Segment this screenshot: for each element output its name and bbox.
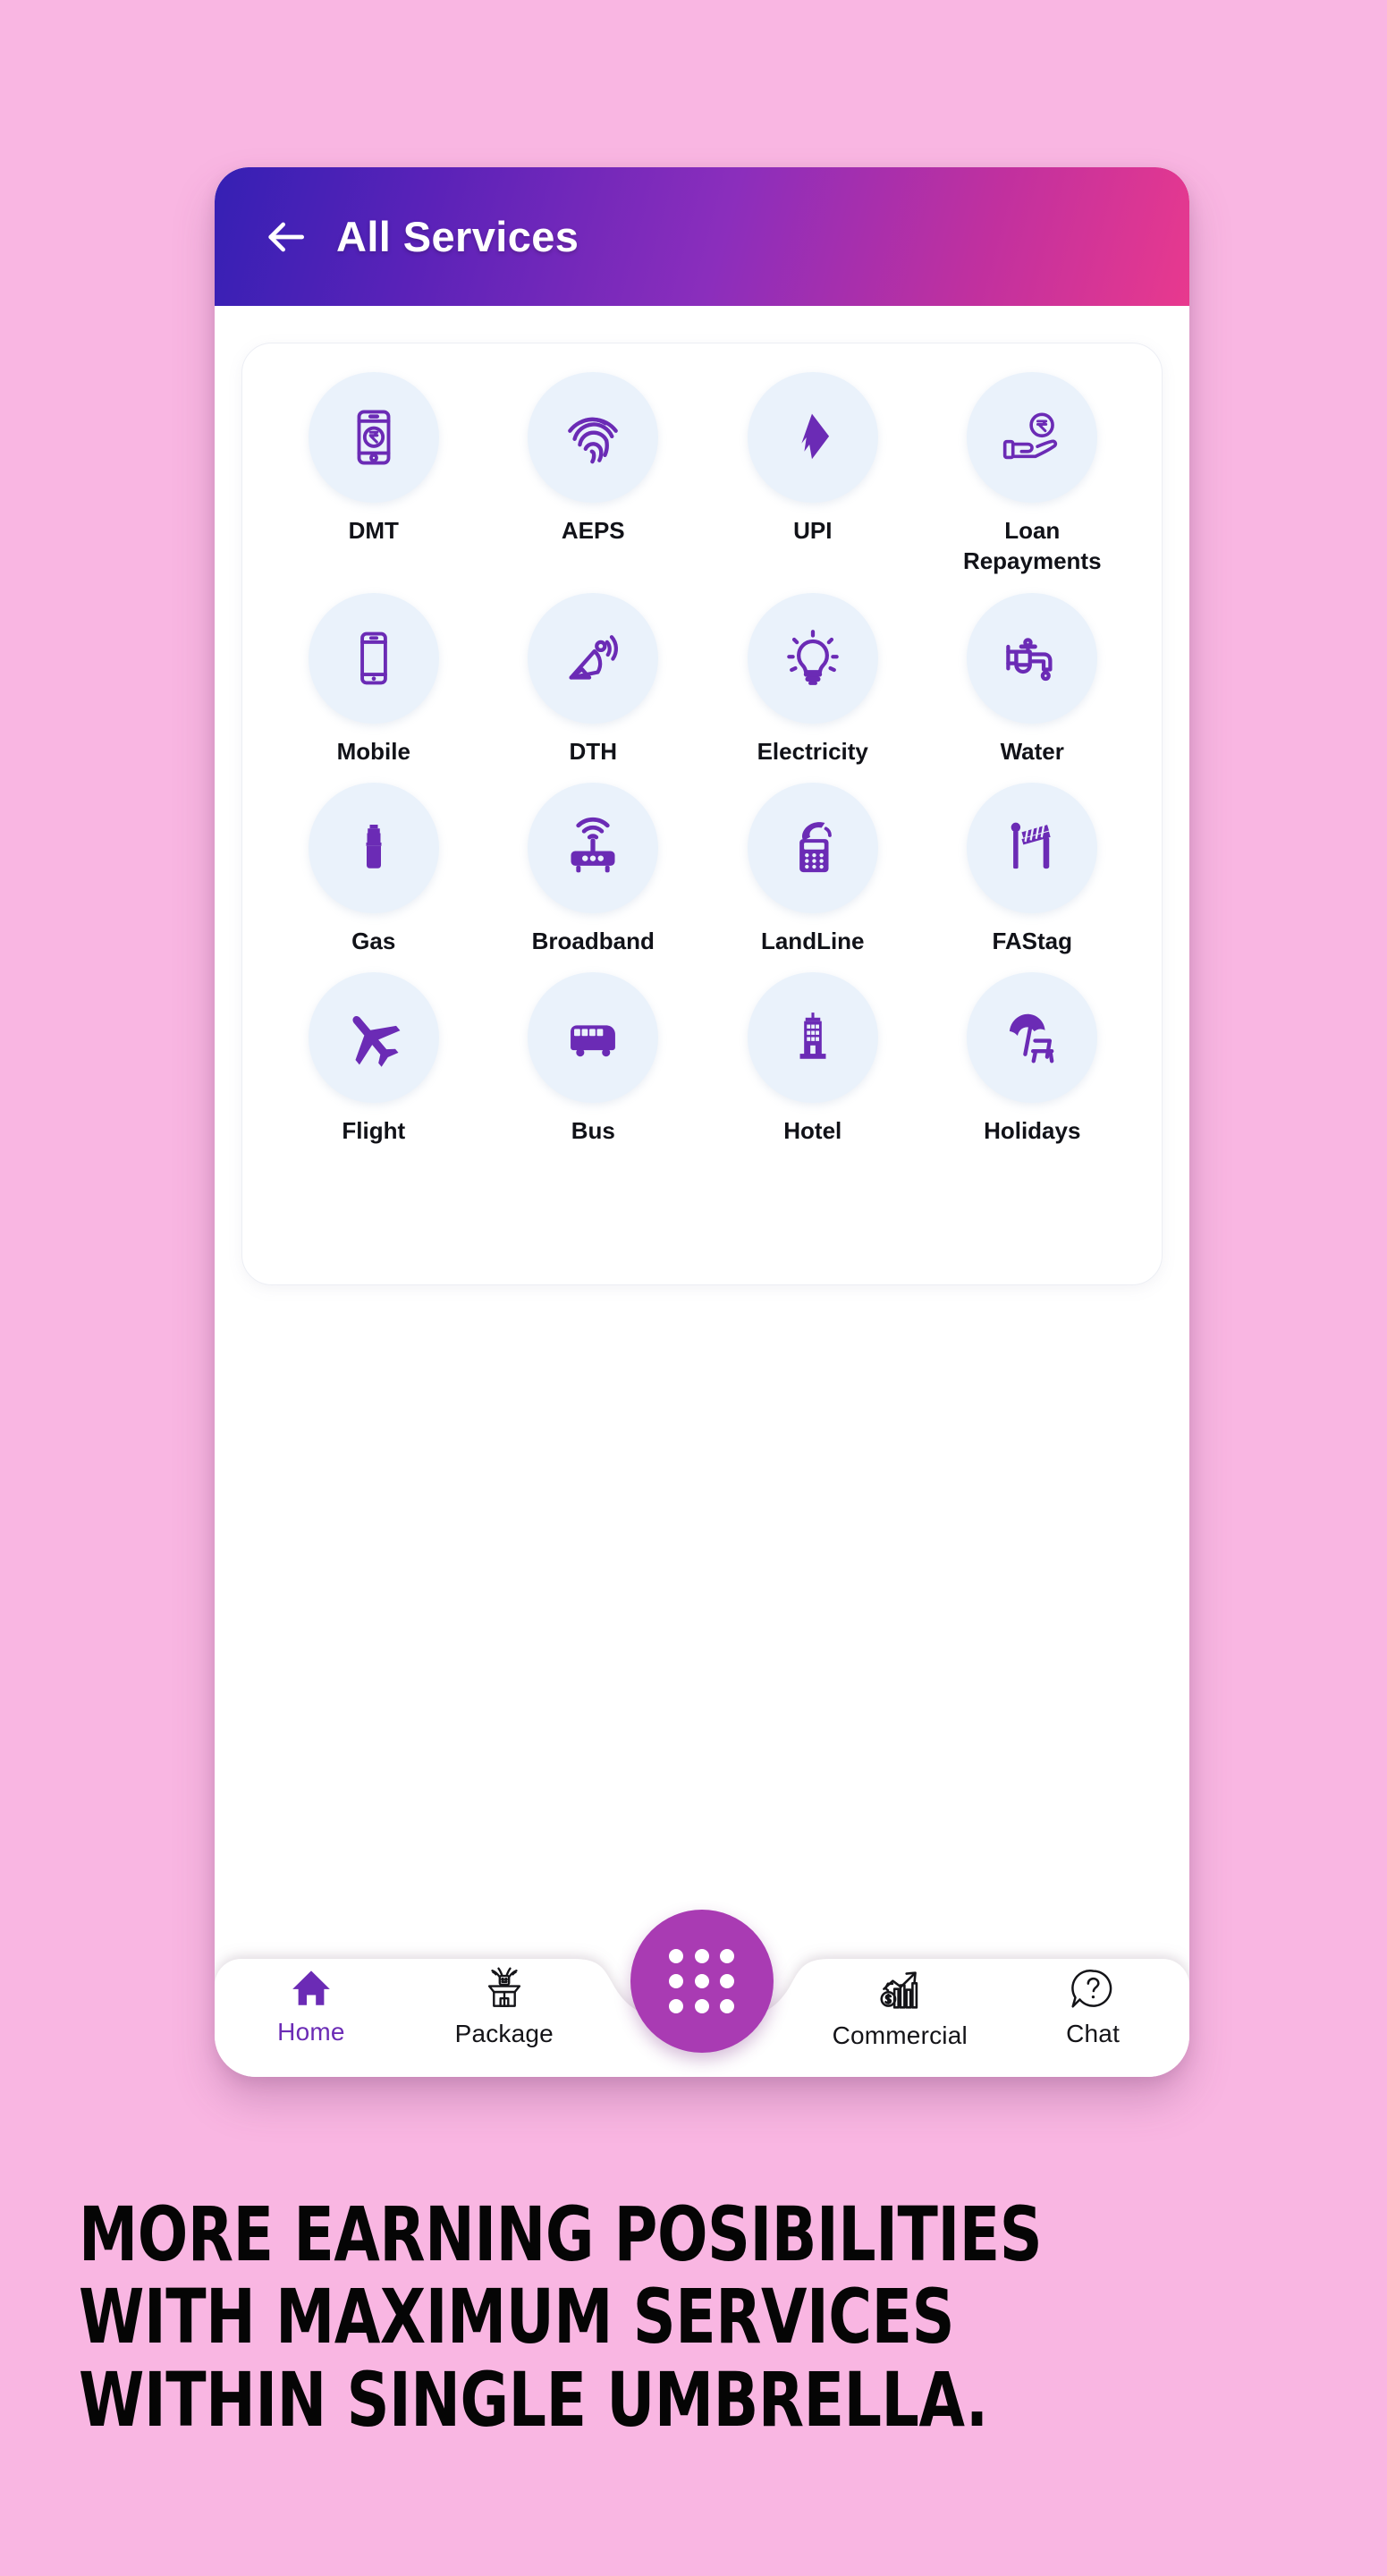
service-label: Loan Repayments [962,517,1102,575]
landline-phone-icon [799,822,832,873]
home-icon [292,1970,330,2005]
light-bulb-icon [786,629,839,685]
tagline-line-2: WITH MAXIMUM SERVICES [79,2273,955,2361]
service-icon-bubble [528,972,659,1104]
service-tile-upi[interactable]: UPI [703,372,923,577]
wifi-router-icon [571,817,615,873]
smartphone-icon [359,631,387,684]
service-tile-fastag[interactable]: FAStag [923,782,1143,956]
service-icon-bubble [528,592,659,724]
water-tap-icon [1006,637,1053,681]
service-icon-bubble [747,372,878,503]
airplane-icon [352,1016,401,1067]
service-icon-bubble [967,972,1098,1104]
tagline-line-3: WITHIN SINGLE UMBRELLA. [79,2355,988,2444]
mobile-rupee-icon [357,410,391,465]
service-label: Hotel [783,1117,842,1145]
service-tile-gas[interactable]: Gas [264,782,484,956]
service-label: Water [1000,737,1064,765]
service-tile-landline[interactable]: LandLine [703,782,923,956]
service-label: UPI [793,517,833,544]
services-grid: DMT AEPS UPI Loan Repayments Mobile DTH … [264,372,1142,1147]
service-label: Gas [351,927,396,954]
service-tile-aeps[interactable]: AEPS [484,372,704,577]
nav-label: Chat [1066,2020,1121,2047]
bottom-navigation: Home Package Commercial Chat [215,1910,1189,2077]
service-icon-bubble [747,782,878,913]
service-label: DTH [569,737,617,765]
upi-bolt-icon [801,413,829,460]
service-tile-water[interactable]: Water [923,592,1143,767]
tagline-line-1: MORE EARNING POSIBILITIES [79,2190,1043,2278]
service-tile-hotel[interactable]: Hotel [703,972,923,1146]
services-card: DMT AEPS UPI Loan Repayments Mobile DTH … [241,343,1163,1285]
service-icon-bubble [528,372,659,503]
service-icon-bubble [528,782,659,913]
page-title: All Services [336,213,579,260]
service-label: AEPS [561,517,625,544]
service-icon-bubble [747,592,878,724]
back-button[interactable] [258,209,313,265]
promo-tagline: MORE EARNING POSIBILITIES WITH MAXIMUM S… [79,2190,1164,2444]
service-tile-dmt[interactable]: DMT [264,372,484,577]
service-icon-bubble [747,972,878,1104]
fingerprint-icon [568,417,619,464]
nav-label: Package [454,2020,554,2047]
service-label: Flight [342,1117,406,1145]
service-tile-dth[interactable]: DTH [484,592,704,767]
arrow-left-icon [268,222,304,251]
service-icon-bubble [967,782,1098,913]
service-label: DMT [348,517,399,544]
service-label: Broadband [531,927,655,954]
service-label: Electricity [757,737,868,765]
beach-umbrella-icon [1010,1013,1054,1063]
service-label: LandLine [760,927,865,954]
service-tile-broadband[interactable]: Broadband [484,782,704,956]
hand-rupee-coin-icon [1003,412,1058,460]
service-icon-bubble [308,592,439,724]
nav-item-package[interactable]: Package [408,1959,601,2077]
gas-cylinder-icon [366,824,382,869]
service-label: Bus [571,1117,615,1145]
service-tile-mobile[interactable]: Mobile [264,592,484,767]
satellite-dish-icon [569,634,619,680]
service-label: FAStag [992,927,1073,954]
service-icon-bubble [308,972,439,1104]
promo-screenshot: All Services DMT AEPS UPI Loan Repayment… [0,0,1387,2576]
service-tile-loan-repayments[interactable]: Loan Repayments [923,372,1143,577]
app-bar: All Services [215,167,1189,306]
nav-item-home[interactable]: Home [215,1959,408,2077]
nav-item-commercial[interactable]: Commercial [803,1959,996,2077]
nav-items: Home Package Commercial Chat [215,1959,1189,2077]
service-tile-holidays[interactable]: Holidays [923,972,1143,1146]
service-tile-bus[interactable]: Bus [484,972,704,1146]
bus-icon [571,1025,616,1057]
nav-label: Commercial [832,2021,968,2049]
service-icon-bubble [308,372,439,503]
service-tile-flight[interactable]: Flight [264,972,484,1146]
nav-item-chat[interactable]: Chat [996,1959,1189,2077]
gift-box-icon [487,1967,520,2007]
toll-barrier-icon [1011,822,1051,869]
service-icon-bubble [308,782,439,913]
nav-label: Home [277,2018,345,2046]
growth-chart-money-icon [880,1971,918,2009]
service-label: Mobile [336,737,410,765]
service-tile-electricity[interactable]: Electricity [703,592,923,767]
service-icon-bubble [967,592,1098,724]
building-icon [799,1013,826,1060]
service-label: Holidays [984,1117,1081,1145]
service-icon-bubble [967,372,1098,503]
phone-mockup: All Services DMT AEPS UPI Loan Repayment… [215,167,1189,2077]
question-chat-icon [1071,1970,1112,2008]
